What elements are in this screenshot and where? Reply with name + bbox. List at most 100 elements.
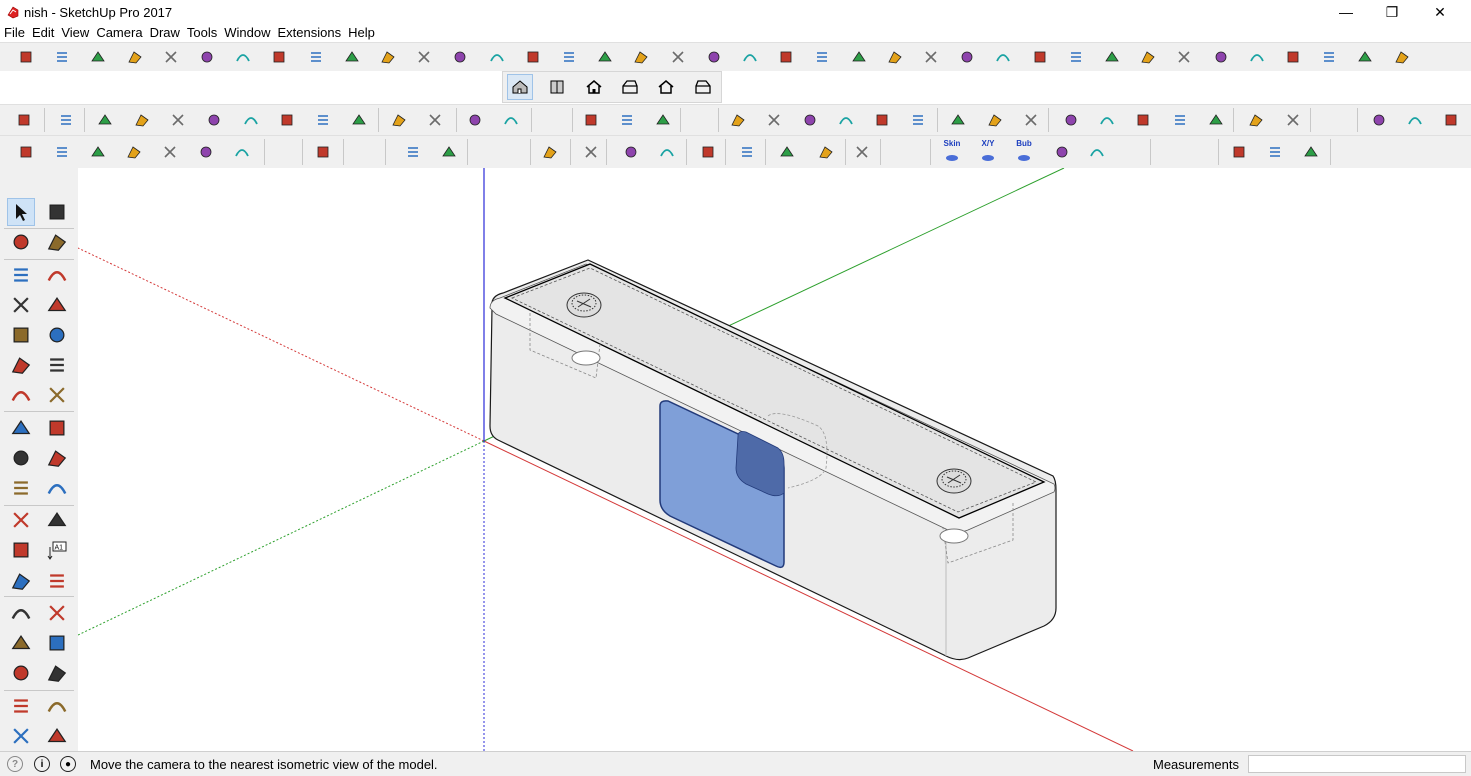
tb3-tool-button[interactable] [201,107,227,133]
tb4-tool-button[interactable] [400,139,426,165]
tb1-tool-button[interactable] [665,44,691,70]
tb1-tool-button[interactable] [266,44,292,70]
zoom-extents-tool[interactable] [7,659,35,687]
tb1-tool-button[interactable] [846,44,872,70]
geo-location-icon[interactable]: ? [7,756,23,772]
section-plane-tool[interactable] [43,722,71,750]
previous-tool[interactable] [43,659,71,687]
tb3-tool-button[interactable] [761,107,787,133]
right-view-button[interactable] [617,74,643,100]
offset-tool[interactable] [43,474,71,502]
tb1-tool-button[interactable] [1316,44,1342,70]
tb3-tool-button[interactable] [869,107,895,133]
tb1-tool-button[interactable] [122,44,148,70]
tb4-tool-button[interactable] [578,139,604,165]
pie-tool[interactable] [43,351,71,379]
menu-extensions[interactable]: Extensions [274,24,345,42]
tb1-tool-button[interactable] [1063,44,1089,70]
tb1-tool-button[interactable] [13,44,39,70]
tb1-tool-button[interactable] [954,44,980,70]
tb3-tool-button[interactable] [1130,107,1156,133]
tb4-tool-button[interactable] [1049,139,1075,165]
tb1-tool-button[interactable] [882,44,908,70]
tb1-tool-button[interactable] [628,44,654,70]
tb3-tool-button[interactable] [238,107,264,133]
select-tool[interactable] [7,198,35,226]
credits-icon[interactable]: i [34,756,50,772]
measurements-input[interactable] [1248,755,1466,773]
3d-text-tool[interactable] [43,567,71,595]
tb3-tool-button[interactable] [1018,107,1044,133]
tb3-tool-button[interactable] [165,107,191,133]
tb1-tool-button[interactable] [990,44,1016,70]
pan-tool[interactable] [43,599,71,627]
tb3-tool-button[interactable] [982,107,1008,133]
tb1-tool-button[interactable] [701,44,727,70]
tb1-tool-button[interactable] [1135,44,1161,70]
tb3-tool-button[interactable] [797,107,823,133]
tb1-tool-button[interactable] [484,44,510,70]
menu-tools[interactable]: Tools [183,24,220,42]
circle-tool[interactable] [7,321,35,349]
tb3-tool-button[interactable] [1438,107,1464,133]
iso-view-button[interactable] [507,74,533,100]
menu-view[interactable]: View [57,24,92,42]
tb3-tool-button[interactable] [833,107,859,133]
scale-tool[interactable] [7,474,35,502]
tb1-tool-button[interactable] [230,44,256,70]
tb3-tool-button[interactable] [1094,107,1120,133]
tb4-tool-button[interactable] [734,139,760,165]
xy-button[interactable]: X/Y [975,138,1001,164]
zoom-window-tool[interactable] [43,629,71,657]
axes-tool[interactable] [7,567,35,595]
dimension-tool[interactable] [43,506,71,534]
tb4-tool-button[interactable] [1084,139,1110,165]
tb4-tool-button[interactable] [1298,139,1324,165]
tb3-tool-button[interactable] [1280,107,1306,133]
tb4-tool-button[interactable] [537,139,563,165]
front-view-button[interactable] [581,74,607,100]
two-point-arc-tool[interactable] [7,381,35,409]
position-camera-tool[interactable] [7,692,35,720]
tb1-tool-button[interactable] [1280,44,1306,70]
walk-tool[interactable] [7,722,35,750]
tb3-tool-button[interactable] [346,107,372,133]
rotate-tool[interactable] [7,444,35,472]
follow-me-tool[interactable] [43,444,71,472]
look-around-tool[interactable] [43,692,71,720]
menu-camera[interactable]: Camera [92,24,145,42]
tb4-tool-button[interactable] [436,139,462,165]
tb1-tool-button[interactable] [737,44,763,70]
tb4-tool-button[interactable] [1226,139,1252,165]
push-pull-tool[interactable] [43,414,71,442]
tb1-tool-button[interactable] [592,44,618,70]
tb1-tool-button[interactable] [194,44,220,70]
tb1-tool-button[interactable] [1244,44,1270,70]
tb4-tool-button[interactable] [157,139,183,165]
tb4-tool-button[interactable] [85,139,111,165]
tb1-tool-button[interactable] [918,44,944,70]
back-view-button[interactable] [653,74,679,100]
skin-button[interactable]: Skin [939,138,965,164]
menu-help[interactable]: Help [344,24,378,42]
tb3-tool-button[interactable] [422,107,448,133]
tb4-tool-button[interactable] [229,139,255,165]
orbit-tool[interactable] [7,599,35,627]
tb1-tool-button[interactable] [1171,44,1197,70]
tb1-tool-button[interactable] [809,44,835,70]
tb4-tool-button[interactable] [813,139,839,165]
polygon-tool[interactable] [43,321,71,349]
tb3-tool-button[interactable] [92,107,118,133]
tb4-tool-button[interactable] [618,139,644,165]
three-point-arc-tool[interactable] [43,381,71,409]
tb1-tool-button[interactable] [1352,44,1378,70]
top-view-button[interactable] [544,74,570,100]
tape-measure-tool[interactable] [7,506,35,534]
arc-tool[interactable] [7,351,35,379]
tb3-tool-button[interactable] [462,107,488,133]
tb3-tool-button[interactable] [650,107,676,133]
move-tool[interactable] [7,414,35,442]
pencil-tool[interactable] [7,261,35,289]
tb4-tool-button[interactable] [849,139,875,165]
tb1-tool-button[interactable] [556,44,582,70]
